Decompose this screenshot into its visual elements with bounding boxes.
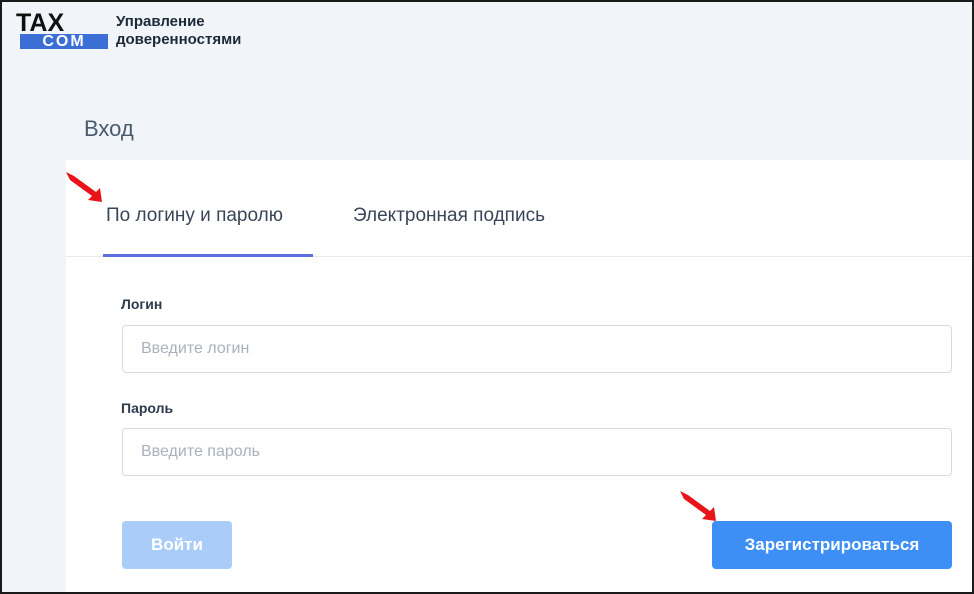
register-button[interactable]: Зарегистрироваться [712,521,952,569]
active-tab-indicator [103,254,313,257]
app-header: TAX COM Управление доверенностями [2,2,972,58]
app-title: Управление доверенностями [116,13,241,49]
login-card: По логину и паролю Электронная подпись Л… [66,160,972,592]
tab-login-password[interactable]: По логину и паролю [106,204,283,228]
app-title-line1: Управление [116,13,205,30]
annotation-arrow-icon [680,491,716,521]
logo-tax-text: TAX [16,9,65,37]
login-input[interactable] [122,325,952,373]
login-label: Логин [121,296,163,312]
taxcom-logo[interactable]: TAX COM [16,9,108,52]
app-title-line2: доверенностями [116,31,242,48]
password-label: Пароль [121,400,174,416]
page-title: Вход [84,116,134,141]
logo-com-text: COM [20,34,108,50]
tab-electronic-signature[interactable]: Электронная подпись [353,204,545,228]
login-button[interactable]: Войти [122,521,232,569]
login-tabs: По логину и паролю Электронная подпись [66,160,972,257]
password-input[interactable] [122,428,952,476]
annotation-arrow-icon [66,172,102,202]
